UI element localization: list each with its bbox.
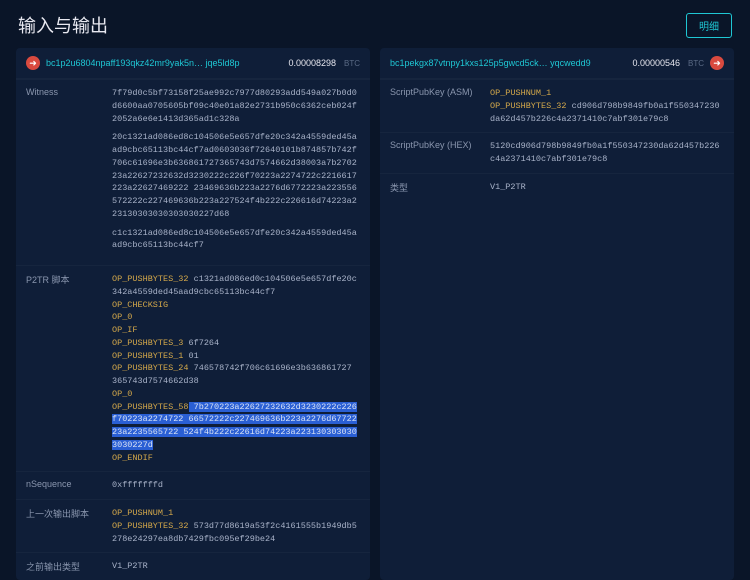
input-amount-unit: BTC [344, 59, 360, 68]
output-address-link[interactable]: bc1pekgx87vtnpy1kxs125p5gwcd5ck… yqcwedd… [390, 58, 626, 68]
nsequence-value: 0xfffffffd [112, 479, 360, 492]
input-arrow-icon: ➜ [26, 56, 40, 70]
spk-hex-value: 5120cd906d798b9849fb0a1f550347230da62d45… [490, 140, 724, 166]
witness-label: Witness [26, 87, 104, 258]
detail-button[interactable]: 明细 [686, 13, 732, 38]
input-amount: 0.00008298 [288, 58, 336, 68]
spk-asm-value: OP_PUSHNUM_1 OP_PUSHBYTES_32 cd906d798b9… [490, 87, 724, 125]
output-type-value: V1_P2TR [490, 181, 724, 194]
prev-script-label: 上一次输出脚本 [26, 507, 104, 545]
output-panel: bc1pekgx87vtnpy1kxs125p5gwcd5ck… yqcwedd… [380, 48, 734, 580]
page-title: 输入与输出 [18, 12, 108, 38]
output-amount-unit: BTC [688, 59, 704, 68]
spk-asm-label: ScriptPubKey (ASM) [390, 87, 482, 125]
output-amount: 0.00000546 [632, 58, 680, 68]
witness-value: 7f79d0c5bf73158f25ae992c7977d80293add549… [112, 87, 360, 258]
spk-hex-label: ScriptPubKey (HEX) [390, 140, 482, 166]
prev-script-value: OP_PUSHNUM_1 OP_PUSHBYTES_32 573d77d8619… [112, 507, 360, 545]
prev-type-value: V1_P2TR [112, 560, 360, 573]
output-type-label: 类型 [390, 181, 482, 194]
p2tr-script: OP_PUSHBYTES_32 c1321ad086ed0c104506e5e6… [112, 273, 360, 464]
input-panel: ➜ bc1p2u6804npaff193qkz42mr9yak5n… jqe5l… [16, 48, 370, 580]
output-arrow-icon: ➜ [710, 56, 724, 70]
nsequence-label: nSequence [26, 479, 104, 492]
p2tr-label: P2TR 脚本 [26, 273, 104, 464]
input-address-link[interactable]: bc1p2u6804npaff193qkz42mr9yak5n… jqe5ld8… [46, 58, 282, 68]
prev-type-label: 之前输出类型 [26, 560, 104, 573]
